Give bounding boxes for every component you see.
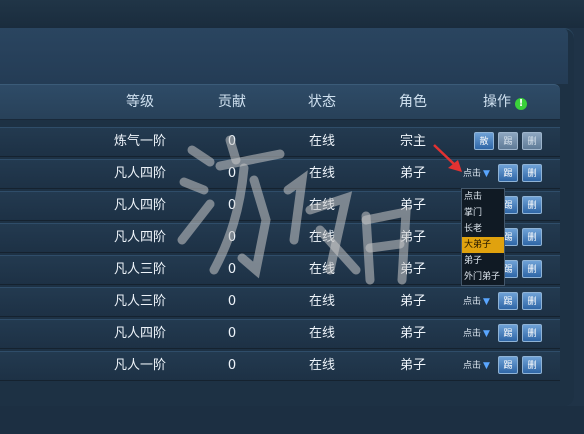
cell-level: 凡人四阶	[113, 326, 167, 341]
cell-role: 弟子	[399, 198, 427, 213]
dropdown-option[interactable]: 点击	[462, 189, 504, 205]
window-top-band	[0, 0, 584, 28]
role-select-label: 点击	[463, 361, 482, 371]
cell-level: 凡人四阶	[113, 166, 167, 181]
role-select[interactable]: 点击▼	[463, 326, 490, 342]
triangle-down-icon: ▼	[483, 329, 490, 339]
kick-button[interactable]: 踢	[498, 132, 518, 150]
cell-status: 在线	[308, 166, 336, 181]
table-header: 等级 贡献 状态 角色 操作!	[0, 84, 560, 120]
cell-status: 在线	[308, 198, 336, 213]
disband-button[interactable]: 散	[474, 132, 494, 150]
cell-level: 凡人三阶	[113, 262, 167, 277]
cell-status: 在线	[308, 326, 336, 341]
cell-contribution: 0	[227, 294, 237, 309]
header-action-label: 操作	[483, 94, 511, 110]
role-select[interactable]: 点击▼	[463, 358, 490, 374]
table-row: 凡人一阶 0 在线 弟子 点击 ▼ 踢 删	[0, 351, 560, 381]
cell-level: 凡人四阶	[113, 198, 167, 213]
dropdown-option[interactable]: 外门弟子	[462, 269, 504, 285]
dropdown-option[interactable]: 长老	[462, 221, 504, 237]
panel-title-strip	[0, 28, 568, 84]
table-row: 凡人三阶 0 在线 弟子 点击▼ 踢 删	[0, 287, 560, 317]
triangle-down-icon: ▼	[483, 169, 490, 179]
cell-contribution: 0	[227, 358, 237, 373]
cell-role: 弟子	[399, 230, 427, 245]
window-bottom-band	[0, 406, 584, 434]
kick-button[interactable]: 踢	[498, 356, 518, 374]
dropdown-option-highlighted[interactable]: 大弟子	[462, 237, 504, 253]
role-dropdown-menu: 点击 掌门 长老 大弟子 弟子 外门弟子	[461, 188, 505, 286]
triangle-down-icon: ▼	[483, 297, 490, 307]
red-arrow-icon	[433, 144, 462, 172]
info-icon[interactable]: !	[515, 98, 527, 110]
cell-level: 炼气一阶	[113, 134, 167, 149]
cell-status: 在线	[308, 262, 336, 277]
delete-button[interactable]: 删	[522, 324, 542, 342]
table-row: 炼气一阶 0 在线 宗主 散 踢 删	[0, 127, 560, 157]
delete-button[interactable]: 删	[522, 260, 542, 278]
cell-role: 弟子	[399, 294, 427, 309]
header-contribution: 贡献	[218, 94, 246, 110]
cell-level: 凡人一阶	[113, 358, 167, 373]
delete-button[interactable]: 删	[522, 292, 542, 310]
cell-status: 在线	[308, 230, 336, 245]
cell-level: 凡人三阶	[113, 294, 167, 309]
triangle-down-icon: ▼	[483, 361, 490, 371]
cell-contribution: 0	[227, 230, 237, 245]
role-select-label: 点击	[463, 329, 482, 339]
table-row: 凡人四阶 0 在线 弟子 点击▼ 踢 删	[0, 319, 560, 349]
kick-button[interactable]: 踢	[498, 292, 518, 310]
cell-contribution: 0	[227, 262, 237, 277]
cell-role: 弟子	[399, 326, 427, 341]
cell-role: 弟子	[399, 358, 427, 373]
delete-button[interactable]: 删	[522, 132, 542, 150]
delete-button[interactable]: 删	[522, 164, 542, 182]
cell-role: 弟子	[399, 262, 427, 277]
cell-status: 在线	[308, 358, 336, 373]
role-select[interactable]: 点击▼	[463, 166, 490, 182]
cell-status: 在线	[308, 134, 336, 149]
cell-status: 在线	[308, 294, 336, 309]
table-row: 凡人四阶 0 在线 弟子 点击▼ 踢 删	[0, 159, 560, 189]
header-action: 操作!	[483, 85, 527, 119]
cell-contribution: 0	[227, 198, 237, 213]
role-select-label: 点击	[463, 297, 482, 307]
dropdown-option[interactable]: 弟子	[462, 253, 504, 269]
dropdown-option[interactable]: 掌门	[462, 205, 504, 221]
delete-button[interactable]: 删	[522, 356, 542, 374]
header-role: 角色	[399, 94, 427, 110]
cell-level: 凡人四阶	[113, 230, 167, 245]
header-level: 等级	[126, 94, 154, 110]
delete-button[interactable]: 删	[522, 196, 542, 214]
cell-role: 宗主	[399, 134, 427, 149]
kick-button[interactable]: 踢	[498, 164, 518, 182]
cell-contribution: 0	[227, 134, 237, 149]
cell-role: 弟子	[399, 166, 427, 181]
kick-button[interactable]: 踢	[498, 324, 518, 342]
delete-button[interactable]: 删	[522, 228, 542, 246]
role-select[interactable]: 点击▼	[463, 294, 490, 310]
header-status: 状态	[308, 94, 336, 110]
cell-contribution: 0	[227, 326, 237, 341]
cell-contribution: 0	[227, 166, 237, 181]
